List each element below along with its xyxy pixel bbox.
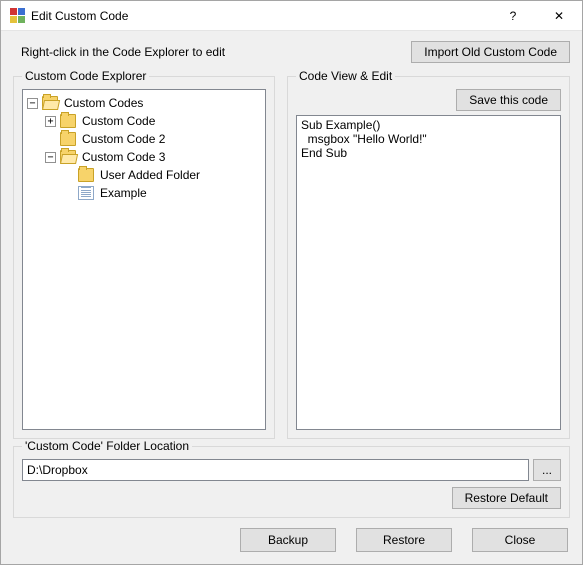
code-view-group: Code View & Edit Save this code [287,69,570,439]
toggle-spacer [63,170,74,181]
tree-node-custom-code-2[interactable]: Custom Code 2 [45,130,261,148]
folder-open-icon [60,150,76,164]
tree-label: User Added Folder [98,168,202,182]
restore-default-row: Restore Default [22,487,561,509]
tree-label: Custom Code 3 [80,150,167,164]
save-row: Save this code [296,89,561,111]
folder-closed-icon [60,114,76,128]
window-title: Edit Custom Code [31,9,490,23]
top-row: Right-click in the Code Explorer to edit… [13,41,570,63]
dialog-window: Edit Custom Code ? ✕ Right-click in the … [0,0,583,565]
tree-node-custom-code-3[interactable]: − Custom Code 3 [45,148,261,166]
folder-open-icon [42,96,58,110]
backup-button[interactable]: Backup [240,528,336,552]
file-icon [78,186,94,200]
tree-label: Custom Code [80,114,157,128]
folder-location-row: ... [22,459,561,481]
toggle-spacer [63,188,74,199]
folder-closed-icon [60,132,76,146]
tree-node-user-added-folder[interactable]: User Added Folder [63,166,261,184]
import-old-button[interactable]: Import Old Custom Code [411,41,570,63]
bottom-button-row: Backup Restore Close [13,528,570,552]
browse-button[interactable]: ... [533,459,561,481]
tree-node-example[interactable]: Example [63,184,261,202]
folder-path-input[interactable] [22,459,529,481]
dialog-content: Right-click in the Code Explorer to edit… [1,31,582,564]
collapse-icon[interactable]: − [45,152,56,163]
save-code-button[interactable]: Save this code [456,89,561,111]
toggle-spacer [45,134,56,145]
folder-closed-icon [78,168,94,182]
close-button[interactable]: Close [472,528,568,552]
close-window-button[interactable]: ✕ [536,1,582,31]
expand-icon[interactable]: + [45,116,56,127]
folder-location-legend: 'Custom Code' Folder Location [22,439,192,453]
instruction-text: Right-click in the Code Explorer to edit [13,45,411,59]
tree-node-root[interactable]: − Custom Codes [27,94,261,112]
restore-default-button[interactable]: Restore Default [452,487,561,509]
tree-label: Custom Code 2 [80,132,167,146]
code-textarea[interactable] [296,115,561,430]
app-icon [9,8,25,24]
restore-button[interactable]: Restore [356,528,452,552]
titlebar: Edit Custom Code ? ✕ [1,1,582,31]
code-view-legend: Code View & Edit [296,69,395,83]
tree-label: Example [98,186,149,200]
tree-view[interactable]: − Custom Codes + Custom Code [22,89,266,430]
tree-label: Custom Codes [62,96,145,110]
collapse-icon[interactable]: − [27,98,38,109]
help-button[interactable]: ? [490,1,536,31]
explorer-group: Custom Code Explorer − Custom Codes [13,69,275,439]
tree-node-custom-code[interactable]: + Custom Code [45,112,261,130]
explorer-legend: Custom Code Explorer [22,69,149,83]
folder-location-group: 'Custom Code' Folder Location ... Restor… [13,439,570,518]
middle-row: Custom Code Explorer − Custom Codes [13,69,570,439]
